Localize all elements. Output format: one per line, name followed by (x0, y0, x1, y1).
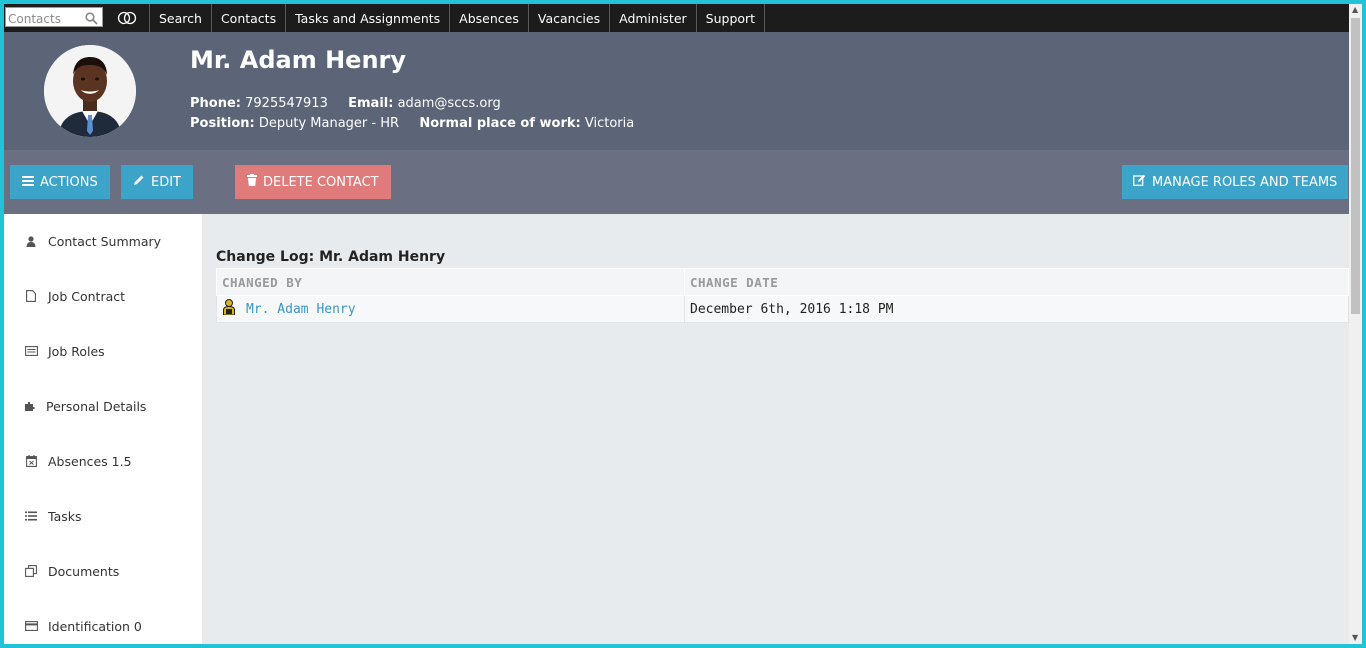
nav-tasks-and-assignments[interactable]: Tasks and Assignments (286, 4, 451, 32)
changed-by-cell: Mr. Adam Henry (216, 295, 685, 323)
user-icon (222, 299, 236, 319)
id-card-icon (24, 621, 38, 631)
nav-administer[interactable]: Administer (610, 4, 697, 32)
sidebar-item-label: Job Roles (48, 343, 105, 359)
manage-roles-and-teams-button[interactable]: Manage Roles and Teams (1122, 165, 1349, 199)
scrollbar-thumb[interactable] (1351, 18, 1360, 314)
table-row: Mr. Adam Henry December 6th, 2016 1:18 P… (216, 295, 1349, 323)
edit-label: Edit (151, 174, 181, 190)
sidebar-item-identification[interactable]: Identification 0 (4, 611, 202, 641)
pencil-icon (133, 174, 145, 190)
contact-details-line-2: Position: Deputy Manager - HR Normal pla… (190, 116, 634, 131)
scroll-down-arrow-icon[interactable]: ▼ (1352, 634, 1359, 642)
app-frame: Search Contacts Tasks and Assignments Ab… (4, 4, 1349, 644)
actions-button[interactable]: Actions (10, 165, 110, 199)
list-icon (24, 511, 38, 521)
sidebar-item-documents[interactable]: Documents (4, 556, 202, 586)
sidebar-item-personal-details[interactable]: Personal Details (4, 391, 202, 421)
email-label: Email: (348, 96, 394, 111)
profile-header: Mr. Adam Henry Phone: 7925547913 Email: … (4, 32, 1349, 150)
email-value: adam@sccs.org (397, 96, 501, 111)
documents-icon (24, 565, 38, 577)
delete-contact-label: Delete Contact (263, 174, 379, 190)
workplace-label: Normal place of work: (419, 116, 581, 131)
workplace-value: Victoria (584, 116, 635, 131)
scroll-up-arrow-icon[interactable]: ▲ (1352, 6, 1359, 14)
delete-contact-button[interactable]: Delete Contact (235, 165, 391, 199)
sidebar-item-label: Job Contract (48, 288, 126, 304)
trash-icon (247, 174, 257, 190)
contact-name: Mr. Adam Henry (190, 46, 407, 74)
position-label: Position: (190, 116, 255, 131)
column-header-changed-by: CHANGED BY (216, 268, 685, 296)
column-header-change-date: CHANGE DATE (684, 268, 1349, 296)
avatar (44, 45, 136, 137)
edit-button[interactable]: Edit (121, 165, 193, 199)
sidebar-item-job-roles[interactable]: Job Roles (4, 336, 202, 366)
changed-by-link[interactable]: Mr. Adam Henry (246, 302, 356, 317)
edit-square-icon (1133, 174, 1146, 190)
position-value: Deputy Manager - HR (258, 116, 400, 131)
sidebar-item-contact-summary[interactable]: Contact Summary (4, 226, 202, 256)
rings-logo-icon[interactable] (104, 4, 150, 32)
manage-roles-and-teams-label: Manage Roles and Teams (1152, 174, 1338, 190)
contact-details-line-1: Phone: 7925547913 Email: adam@sccs.org (190, 96, 501, 111)
actions-label: Actions (40, 174, 98, 190)
search-icon[interactable] (85, 10, 98, 29)
contact-search (5, 7, 103, 29)
sidebar-item-label: Identification 0 (48, 618, 142, 634)
sidebar-item-label: Absences 1.5 (48, 453, 132, 469)
action-bar: Actions Edit Delete Contact Manage Roles… (4, 150, 1349, 214)
change-log-table: CHANGED BY CHANGE DATE Mr. Adam Henry De… (216, 268, 1349, 323)
sidebar-item-label: Tasks (48, 508, 82, 524)
person-icon (24, 235, 38, 247)
table-header-row: CHANGED BY CHANGE DATE (216, 268, 1349, 296)
puzzle-icon (22, 401, 36, 412)
sidebar-item-tasks[interactable]: Tasks (4, 501, 202, 531)
sidebar-item-job-contract[interactable]: Job Contract (4, 281, 202, 311)
phone-label: Phone: (190, 96, 241, 111)
sidebar: Contact Summary Job Contract Job Roles P… (4, 214, 202, 644)
nav-vacancies[interactable]: Vacancies (529, 4, 611, 32)
sidebar-item-label: Documents (48, 563, 120, 579)
change-date-cell: December 6th, 2016 1:18 PM (684, 295, 1349, 323)
calendar-icon (24, 455, 38, 467)
sidebar-item-label: Contact Summary (48, 233, 162, 249)
sidebar-item-absences[interactable]: Absences 1.5 (4, 446, 202, 476)
nav-absences[interactable]: Absences (450, 4, 529, 32)
nav-contacts[interactable]: Contacts (212, 4, 287, 32)
list-card-icon (24, 346, 38, 356)
document-icon (24, 290, 38, 302)
nav-search[interactable]: Search (150, 4, 212, 32)
sidebar-item-label: Personal Details (46, 398, 147, 414)
change-log-title: Change Log: Mr. Adam Henry (216, 249, 446, 265)
menu-icon (22, 175, 34, 190)
vertical-scrollbar[interactable]: ▲ ▼ (1349, 4, 1362, 644)
contact-search-input[interactable] (6, 10, 80, 28)
top-nav: Search Contacts Tasks and Assignments Ab… (4, 4, 1349, 32)
nav-support[interactable]: Support (697, 4, 766, 32)
phone-value: 7925547913 (245, 96, 328, 111)
